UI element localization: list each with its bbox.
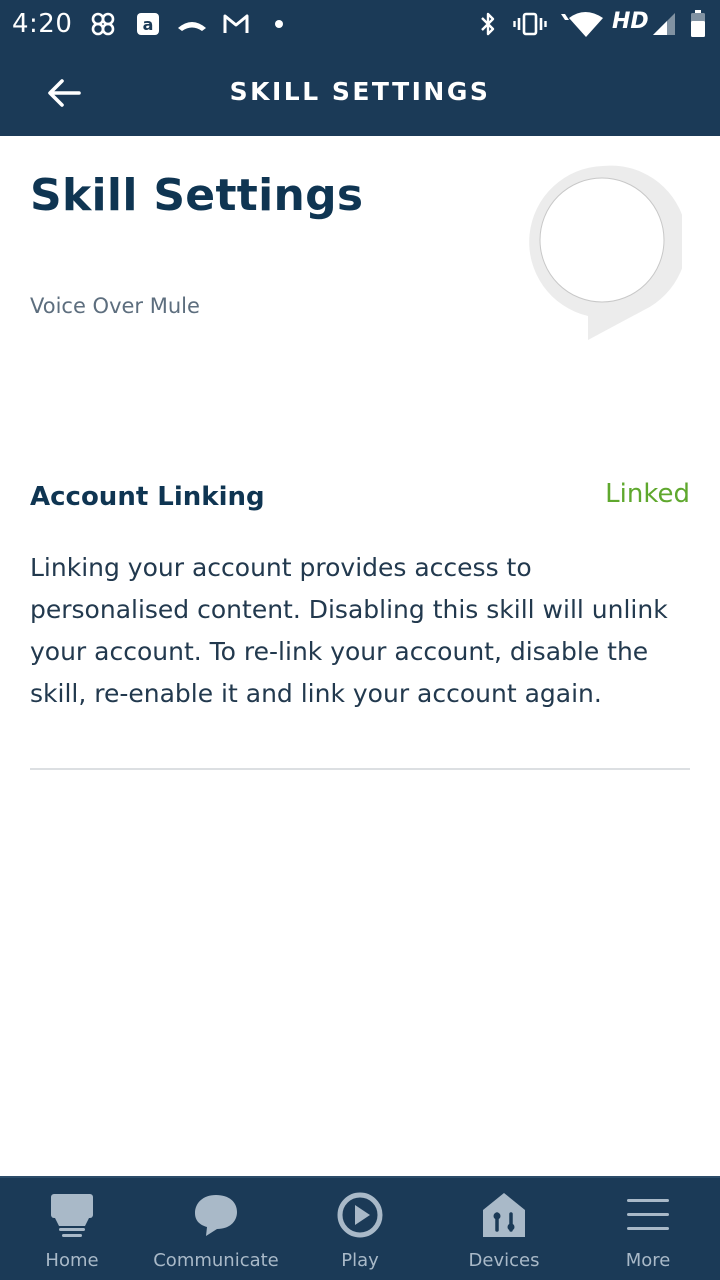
nav-item-more[interactable]: More <box>576 1178 720 1280</box>
battery-icon <box>688 8 708 40</box>
vibrate-icon <box>512 8 548 40</box>
nav-item-communicate[interactable]: Communicate <box>144 1178 288 1280</box>
linked-status-badge: Linked <box>605 479 690 509</box>
nav-item-play[interactable]: Play <box>288 1178 432 1280</box>
header-title: SKILL SETTINGS <box>229 77 491 106</box>
chat-bubble-icon <box>191 1192 241 1238</box>
page-title: Skill Settings <box>30 170 364 221</box>
divider <box>30 768 690 770</box>
svg-text:a: a <box>143 15 154 34</box>
nav-label-play: Play <box>341 1250 379 1271</box>
nav-label-communicate: Communicate <box>153 1250 279 1271</box>
notification-dot-icon <box>272 8 286 40</box>
status-bar: 4:20 a HD <box>0 0 720 50</box>
play-icon <box>335 1192 385 1238</box>
nav-label-more: More <box>625 1250 671 1271</box>
skill-name: Voice Over Mule <box>30 294 200 318</box>
app-header: SKILL SETTINGS <box>0 50 720 136</box>
nav-item-home[interactable]: Home <box>0 1178 144 1280</box>
account-linking-title: Account Linking <box>30 482 265 512</box>
gmail-icon <box>220 8 252 40</box>
nav-label-home: Home <box>45 1250 99 1271</box>
speech-bubble-icon <box>524 164 687 344</box>
status-time: 4:20 <box>12 9 73 39</box>
bottom-nav: Home Communicate Play Devices More <box>0 1176 720 1280</box>
devices-icon <box>479 1192 529 1238</box>
bluetooth-icon <box>476 8 500 40</box>
missed-call-icon <box>174 8 210 40</box>
menu-icon <box>623 1192 673 1238</box>
signal-icon <box>650 8 678 40</box>
pinwheel-icon <box>88 8 118 40</box>
network-type-label: HD <box>612 9 649 34</box>
wifi-icon <box>556 8 606 40</box>
account-linking-description: Linking your account provides access to … <box>30 553 668 708</box>
nav-label-devices: Devices <box>468 1250 540 1271</box>
nav-item-devices[interactable]: Devices <box>432 1178 576 1280</box>
home-icon <box>47 1192 97 1238</box>
amazon-a-icon: a <box>134 8 162 40</box>
